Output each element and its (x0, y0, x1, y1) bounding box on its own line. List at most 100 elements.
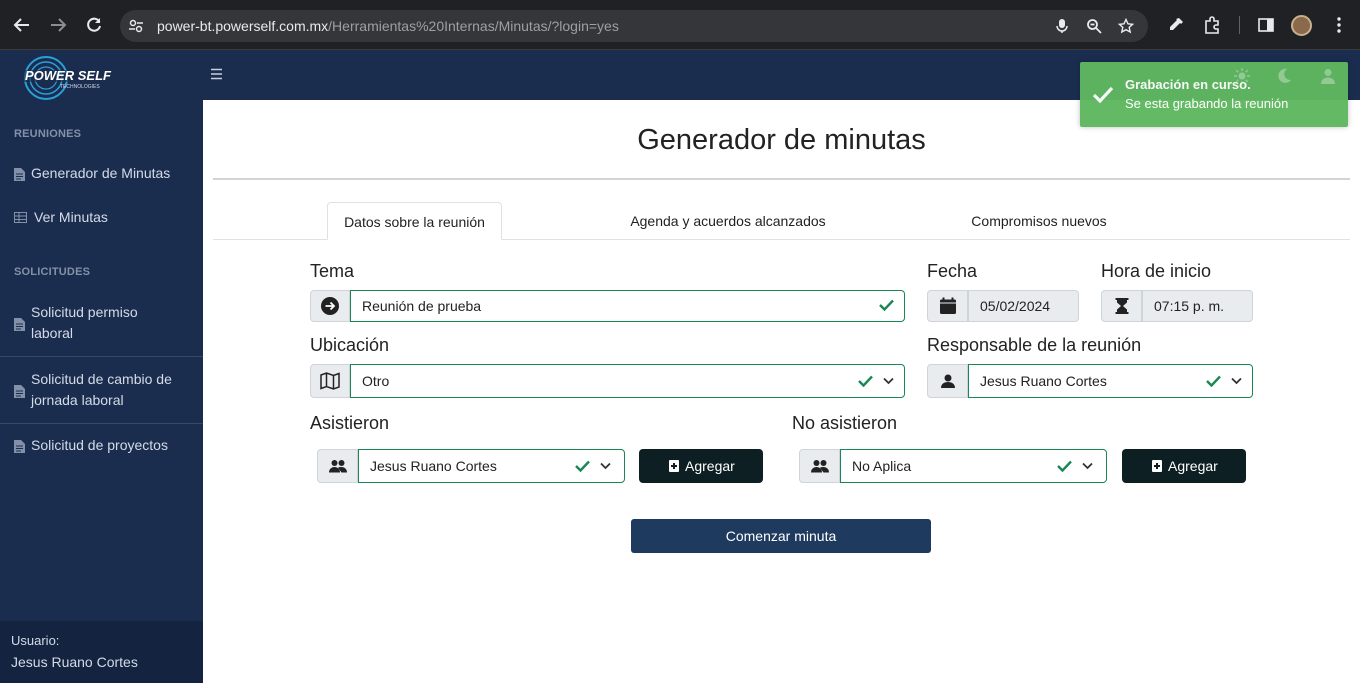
user-label: Usuario: (11, 633, 60, 648)
hora-addon (1101, 290, 1142, 322)
chevron-down-icon (1231, 377, 1242, 385)
person-icon (940, 374, 955, 388)
page-title: Generador de minutas (637, 124, 926, 156)
bookmark-star-icon[interactable] (1118, 18, 1134, 34)
url-path: /Herramientas%20Internas/Minutas/?login=… (328, 18, 619, 34)
moon-icon (1278, 68, 1291, 83)
hora-inicio-label: Hora de inicio (1101, 261, 1212, 281)
sun-icon (1234, 68, 1250, 84)
document-icon (14, 385, 25, 398)
valid-check-icon (879, 299, 894, 311)
people-icon (328, 460, 347, 473)
logo-wordmark: POWER SELF (25, 68, 112, 83)
more-menu-icon[interactable] (1330, 16, 1348, 34)
plus-file-icon (1152, 460, 1162, 472)
tema-label: Tema (310, 261, 355, 281)
sidebar-item-label: Generador de Minutas (31, 165, 171, 181)
back-button[interactable] (9, 12, 35, 38)
tab-compromisos-nuevos[interactable]: Compromisos nuevos (943, 202, 1135, 240)
url-text[interactable]: power-bt.powerself.com.mx/Herramientas%2… (157, 18, 619, 34)
valid-check-icon (858, 375, 873, 387)
main-content: Generador de minutas Datos sobre la reun… (203, 100, 1360, 683)
valid-check-icon (575, 460, 590, 472)
powerself-logo[interactable]: POWER SELF TECHNOLOGIES (24, 52, 124, 100)
responsable-input-group: Jesus Ruano Cortes (927, 364, 1253, 398)
responsable-addon (927, 364, 968, 398)
agregar-asistente-button[interactable]: Agregar (639, 449, 763, 483)
title-divider (213, 178, 1350, 180)
ubicacion-addon (310, 364, 350, 398)
table-icon (14, 212, 27, 223)
chevron-down-icon (1082, 462, 1093, 470)
hora-input-group: 07:15 p. m. (1101, 290, 1253, 322)
valid-check-icon (1206, 375, 1221, 387)
user-icon (1321, 69, 1335, 84)
sidebar-divider (0, 423, 203, 424)
sidebar-item-solicitud-permiso[interactable]: Solicitud permiso laboral (0, 302, 203, 346)
valid-check-icon (1057, 460, 1072, 472)
asistieron-addon (317, 449, 358, 483)
microphone-icon[interactable] (1054, 18, 1070, 34)
sidebar: POWER SELF TECHNOLOGIES REUNIONES Genera… (0, 50, 203, 683)
hourglass-icon (1115, 298, 1128, 314)
responsable-label: Responsable de la reunión (927, 335, 1142, 355)
arrow-right-icon (51, 18, 67, 32)
reload-icon (87, 17, 101, 32)
profile-avatar[interactable] (1291, 15, 1312, 36)
sidebar-item-label: Solicitud permiso laboral (31, 304, 138, 341)
address-bar[interactable]: power-bt.powerself.com.mx/Herramientas%2… (120, 10, 1148, 42)
zoom-icon[interactable] (1086, 18, 1102, 34)
comenzar-minuta-button[interactable]: Comenzar minuta (631, 519, 931, 553)
chevron-down-icon (883, 377, 894, 385)
tema-input-group: Reunión de prueba (310, 290, 905, 322)
sidebar-item-label: Ver Minutas (34, 209, 108, 225)
toolbar-separator (1239, 16, 1240, 34)
sidebar-divider (0, 356, 203, 357)
no-asistieron-addon (799, 449, 840, 483)
user-name: Jesus Ruano Cortes (11, 654, 138, 670)
fecha-input-group: 05/02/2024 (927, 290, 1079, 322)
browser-toolbar: power-bt.powerself.com.mx/Herramientas%2… (0, 0, 1360, 50)
section-title-reuniones: REUNIONES (14, 128, 82, 140)
forward-button[interactable] (45, 12, 71, 38)
user-info: Usuario: Jesus Ruano Cortes (0, 621, 203, 683)
chevron-down-icon (600, 462, 611, 470)
hora-input[interactable]: 07:15 p. m. (1142, 290, 1253, 322)
url-host: power-bt.powerself.com.mx (157, 18, 329, 34)
recording-toast[interactable]: Grabación en curso. Se esta grabando la … (1080, 62, 1348, 127)
site-settings-icon[interactable] (128, 18, 144, 34)
reload-button[interactable] (81, 12, 107, 38)
sidebar-item-ver-minutas[interactable]: Ver Minutas (0, 207, 203, 229)
tema-input[interactable]: Reunión de prueba (350, 290, 905, 322)
people-icon (810, 460, 829, 473)
section-title-solicitudes: SOLICITUDES (14, 266, 91, 278)
calendar-icon (939, 297, 956, 314)
tab-agenda-acuerdos[interactable]: Agenda y acuerdos alcanzados (603, 202, 853, 240)
map-icon (320, 372, 340, 390)
document-icon (14, 318, 25, 331)
no-asistieron-input-group: No Aplica (799, 449, 1107, 483)
document-icon (14, 168, 25, 181)
extensions-icon[interactable] (1203, 16, 1221, 34)
tema-addon (310, 290, 350, 322)
sidebar-item-generador-minutas[interactable]: Generador de Minutas (0, 163, 203, 185)
check-icon (1092, 86, 1114, 104)
arrow-circle-right-icon (321, 297, 339, 315)
plus-file-icon (669, 460, 679, 472)
agregar-label: Agregar (1168, 458, 1218, 474)
ubicacion-select[interactable]: Otro (350, 364, 905, 398)
asistieron-label: Asistieron (310, 413, 390, 433)
fecha-label: Fecha (927, 261, 978, 281)
sidebar-item-solicitud-proyectos[interactable]: Solicitud de proyectos (0, 435, 203, 457)
side-panel-icon[interactable] (1257, 16, 1275, 34)
sidebar-item-cambio-jornada[interactable]: Solicitud de cambio de jornada laboral (0, 369, 203, 413)
toast-title: Grabación en curso. (1125, 77, 1251, 92)
ubicacion-input-group: Otro (310, 364, 905, 398)
agregar-no-asistente-button[interactable]: Agregar (1122, 449, 1246, 483)
no-asistieron-label: No asistieron (792, 413, 898, 433)
fecha-input[interactable]: 05/02/2024 (968, 290, 1079, 322)
fecha-addon (927, 290, 968, 322)
eyedropper-icon[interactable] (1167, 16, 1185, 34)
tab-datos-reunion[interactable]: Datos sobre la reunión (327, 202, 502, 240)
hamburger-menu-icon[interactable] (211, 68, 222, 80)
